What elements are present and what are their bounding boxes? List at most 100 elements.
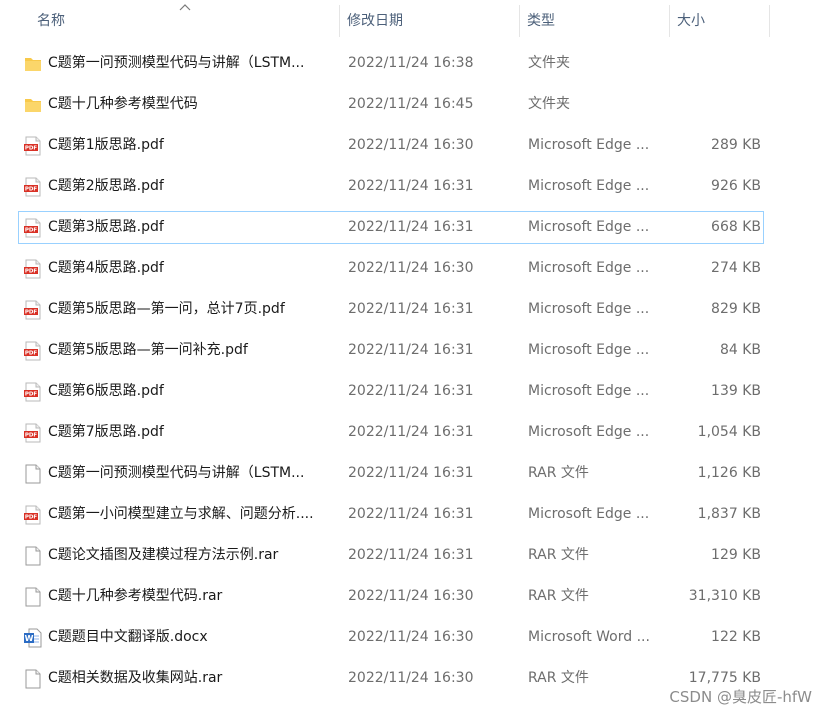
file-date-modified: 2022/11/24 16:31 — [348, 383, 474, 399]
header-type[interactable]: 类型 — [527, 0, 667, 40]
file-type: RAR 文件 — [528, 588, 589, 604]
file-name: C题论文插图及建模过程方法示例.rar — [48, 547, 279, 563]
file-row[interactable]: PDF C题第6版思路.pdf 2022/11/24 16:31 Microsoft … — [18, 375, 764, 408]
file-type: RAR 文件 — [528, 547, 589, 563]
file-size: 122 KB — [711, 629, 761, 645]
file-date-modified: 2022/11/24 16:30 — [348, 629, 474, 645]
word-icon: W — [24, 622, 42, 653]
file-row[interactable]: PDF C题第一小问模型建立与求解、问题分析.... 2022/11/24 16:3… — [18, 498, 764, 531]
file-type: RAR 文件 — [528, 465, 589, 481]
file-date-modified: 2022/11/24 16:31 — [348, 219, 474, 235]
file-size: 926 KB — [711, 178, 761, 194]
watermark: CSDN @臭皮匠-hfW — [669, 688, 812, 706]
file-name: C题第2版思路.pdf — [48, 178, 164, 194]
file-size: 289 KB — [711, 137, 761, 153]
file-type: Microsoft Edge ... — [528, 506, 650, 522]
file-row[interactable]: PDF C题第7版思路.pdf 2022/11/24 16:31 Microsoft … — [18, 416, 764, 449]
svg-text:PDF: PDF — [25, 269, 38, 275]
pdf-icon: PDF — [24, 376, 42, 407]
file-date-modified: 2022/11/24 16:30 — [348, 137, 474, 153]
file-size: 84 KB — [719, 342, 761, 358]
folder-icon — [24, 48, 42, 79]
file-type: Microsoft Edge ... — [528, 219, 650, 235]
file-date-modified: 2022/11/24 16:45 — [348, 96, 474, 112]
file-date-modified: 2022/11/24 16:31 — [348, 178, 474, 194]
file-size: 129 KB — [711, 547, 761, 563]
file-date-modified: 2022/11/24 16:31 — [348, 342, 474, 358]
folder-icon — [24, 89, 42, 120]
file-row[interactable]: C题十几种参考模型代码 2022/11/24 16:45 文件夹 — [18, 88, 764, 121]
file-date-modified: 2022/11/24 16:31 — [348, 506, 474, 522]
file-icon — [24, 540, 42, 571]
file-name: C题第一问预测模型代码与讲解（LSTM... — [48, 465, 305, 481]
header-name[interactable]: 名称 — [37, 0, 337, 40]
file-row[interactable]: PDF C题第2版思路.pdf 2022/11/24 16:31 Microsoft … — [18, 170, 764, 203]
file-type: Microsoft Edge ... — [528, 137, 650, 153]
file-size: 274 KB — [711, 260, 761, 276]
file-row[interactable]: C题第一问预测模型代码与讲解（LSTM... 2022/11/24 16:38 文件… — [18, 47, 764, 80]
file-date-modified: 2022/11/24 16:38 — [348, 55, 474, 71]
file-name: C题相关数据及收集网站.rar — [48, 670, 223, 686]
file-size — [669, 89, 761, 120]
file-name: C题第5版思路—第一问，总计7页.pdf — [48, 301, 285, 317]
header-divider[interactable] — [519, 5, 520, 37]
svg-text:PDF: PDF — [25, 310, 38, 316]
file-icon — [24, 581, 42, 612]
file-name: C题第7版思路.pdf — [48, 424, 164, 440]
pdf-icon: PDF — [24, 294, 42, 325]
file-name: C题十几种参考模型代码.rar — [48, 588, 223, 604]
svg-text:PDF: PDF — [25, 146, 38, 152]
file-date-modified: 2022/11/24 16:30 — [348, 588, 474, 604]
svg-text:PDF: PDF — [25, 228, 38, 234]
pdf-icon: PDF — [24, 253, 42, 284]
file-icon — [24, 663, 42, 694]
header-size[interactable]: 大小 — [677, 0, 767, 40]
file-type: 文件夹 — [528, 96, 570, 112]
svg-text:PDF: PDF — [25, 515, 38, 521]
file-row[interactable]: C题论文插图及建模过程方法示例.rar 2022/11/24 16:31 RAR 文… — [18, 539, 764, 572]
pdf-icon: PDF — [24, 417, 42, 448]
header-divider[interactable] — [339, 5, 340, 37]
file-size: 1,837 KB — [697, 506, 761, 522]
file-size: 668 KB — [711, 219, 761, 235]
file-date-modified: 2022/11/24 16:31 — [348, 424, 474, 440]
file-icon — [24, 458, 42, 489]
pdf-icon: PDF — [24, 130, 42, 161]
pdf-icon: PDF — [24, 335, 42, 366]
file-row[interactable]: W C题题目中文翻译版.docx 2022/11/24 16:30 Microsoft… — [18, 621, 764, 654]
file-size — [669, 48, 761, 79]
file-date-modified: 2022/11/24 16:30 — [348, 260, 474, 276]
file-name: C题第4版思路.pdf — [48, 260, 164, 276]
file-date-modified: 2022/11/24 16:30 — [348, 670, 474, 686]
file-row[interactable]: C题第一问预测模型代码与讲解（LSTM... 2022/11/24 16:31 RA… — [18, 457, 764, 490]
file-name: C题第6版思路.pdf — [48, 383, 164, 399]
svg-text:PDF: PDF — [25, 351, 38, 357]
file-name: C题第1版思路.pdf — [48, 137, 164, 153]
file-size: 139 KB — [711, 383, 761, 399]
file-name: C题第一问预测模型代码与讲解（LSTM... — [48, 55, 305, 71]
header-date-modified[interactable]: 修改日期 — [347, 0, 517, 40]
file-row[interactable]: PDF C题第1版思路.pdf 2022/11/24 16:30 Microsoft … — [18, 129, 764, 162]
file-row[interactable]: C题相关数据及收集网站.rar 2022/11/24 16:30 RAR 文件 17,… — [18, 662, 764, 695]
file-type: Microsoft Edge ... — [528, 260, 650, 276]
column-header: 名称 修改日期 类型 大小 — [0, 0, 826, 40]
pdf-icon: PDF — [24, 212, 42, 243]
header-divider[interactable] — [669, 5, 670, 37]
file-name: C题第5版思路—第一问补充.pdf — [48, 342, 248, 358]
file-row[interactable]: PDF C题第3版思路.pdf 2022/11/24 16:31 Microsoft … — [18, 211, 764, 244]
file-row[interactable]: PDF C题第5版思路—第一问，总计7页.pdf 2022/11/24 16:31 M… — [18, 293, 764, 326]
file-row[interactable]: PDF C题第4版思路.pdf 2022/11/24 16:30 Microsoft … — [18, 252, 764, 285]
file-type: 文件夹 — [528, 55, 570, 71]
file-type: Microsoft Edge ... — [528, 383, 650, 399]
file-name: C题第3版思路.pdf — [48, 219, 164, 235]
file-name: C题第一小问模型建立与求解、问题分析.... — [48, 506, 314, 522]
file-name: C题题目中文翻译版.docx — [48, 629, 208, 645]
file-type: RAR 文件 — [528, 670, 589, 686]
file-row[interactable]: C题十几种参考模型代码.rar 2022/11/24 16:30 RAR 文件 31,… — [18, 580, 764, 613]
file-date-modified: 2022/11/24 16:31 — [348, 465, 474, 481]
file-row[interactable]: PDF C题第5版思路—第一问补充.pdf 2022/11/24 16:31 Micr… — [18, 334, 764, 367]
svg-text:W: W — [25, 634, 34, 643]
file-type: Microsoft Edge ... — [528, 424, 650, 440]
file-size: 1,126 KB — [697, 465, 761, 481]
header-divider[interactable] — [769, 5, 770, 37]
